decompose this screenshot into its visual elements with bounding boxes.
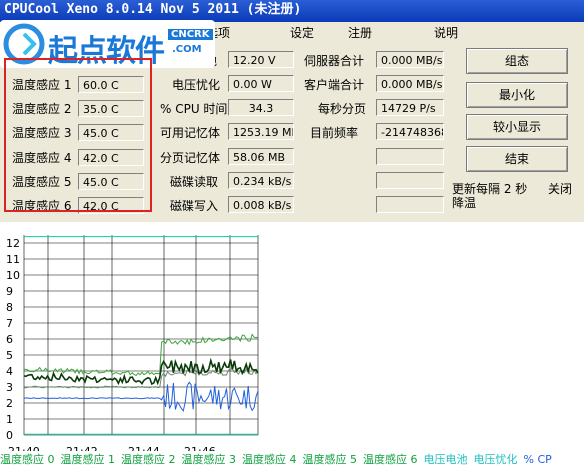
y-tick-label: 3 <box>6 381 13 394</box>
legend-item: 温度感应 0 <box>0 453 55 466</box>
window-title: CPUCool Xeno 8.0.14 Nov 5 2011 (未注册) <box>4 2 302 17</box>
y-tick-label: 11 <box>6 253 20 266</box>
minimize-button[interactable]: 最小化 <box>466 82 568 108</box>
disk-write-label: 磁碟写入 <box>170 199 219 213</box>
series-line-dark <box>23 357 259 386</box>
page-mem-label: 分页记忆体 <box>160 151 221 165</box>
page-mem-value: 58.06 MB <box>228 148 294 165</box>
title-bar: CPUCool Xeno 8.0.14 Nov 5 2011 (未注册) <box>0 0 584 22</box>
graph-svg: 121110987654321021:4021:4221:4421:46 <box>6 235 259 458</box>
y-tick-label: 0 <box>6 429 13 442</box>
y-tick-label: 1 <box>6 413 13 426</box>
server-total-label: 伺服器合计 <box>304 54 365 68</box>
voltage-opt-value: 0.00 W <box>228 75 294 92</box>
pages-per-sec-value: 14729 P/s <box>376 99 444 116</box>
compact-view-button[interactable]: 较小显示 <box>466 114 568 140</box>
y-tick-label: 5 <box>6 349 13 362</box>
battery-value: 12.20 V <box>228 51 294 68</box>
free-mem-label: 可用记忆体 <box>160 126 221 140</box>
client-total-value: 0.000 MB/s <box>376 75 444 92</box>
disk-read-value: 0.234 kB/s <box>228 172 294 189</box>
cpu-time-value: 34.3 <box>228 99 294 116</box>
legend-item: 温度感应 4 <box>242 453 297 466</box>
legend-item: 温度感应 5 <box>302 453 358 466</box>
legend-item: 电压电池 <box>423 453 468 466</box>
legend-item: 电压忧化 <box>473 453 518 466</box>
frequency-label: 目前频率 <box>310 126 359 140</box>
highlight-box <box>4 58 152 212</box>
disk-write-value: 0.008 kB/s <box>228 196 294 213</box>
y-tick-label: 4 <box>6 365 13 378</box>
frequency-value: -214748368.0 <box>376 123 444 140</box>
y-tick-label: 2 <box>6 397 13 410</box>
cpu-time-label: % CPU 时间 <box>160 102 228 116</box>
menu-register[interactable]: 注册 <box>348 24 372 41</box>
legend-item: 温度感应 3 <box>181 453 237 466</box>
empty-field-2 <box>376 172 444 189</box>
cooling-text: 降温 <box>452 196 477 210</box>
y-tick-label: 12 <box>6 237 20 250</box>
disk-read-label: 磁碟读取 <box>170 175 219 189</box>
legend-item: 温度感应 6 <box>363 453 418 466</box>
server-total-value: 0.000 MB/s <box>376 51 444 68</box>
pages-per-sec-label: 每秒分页 <box>318 102 367 116</box>
voltage-opt-label: 电压忧化 <box>172 78 221 92</box>
legend-item: % CP <box>523 453 552 466</box>
legend-item: 温度感应 1 <box>60 453 116 466</box>
graph-legend: 温度感应 0 温度感应 1 温度感应 2 温度感应 3 温度感应 4 温度感应 5 温度感应… <box>0 451 584 467</box>
configure-button[interactable]: 组态 <box>466 48 568 74</box>
y-tick-label: 9 <box>6 285 13 298</box>
menu-settings[interactable]: 设定 <box>290 24 314 41</box>
menu-help[interactable]: 说明 <box>434 24 458 41</box>
history-graph: 121110987654321021:4021:4221:4421:46 <box>0 223 584 458</box>
close-link[interactable]: 关闭 <box>548 180 572 197</box>
exit-button[interactable]: 结束 <box>466 146 568 172</box>
y-tick-label: 8 <box>6 301 13 314</box>
client-total-label: 客户端合计 <box>304 78 365 92</box>
y-tick-label: 6 <box>6 333 13 346</box>
free-mem-value: 1253.19 MB <box>228 123 294 140</box>
legend-item: 温度感应 2 <box>121 453 176 466</box>
y-tick-label: 7 <box>6 317 13 330</box>
empty-field-1 <box>376 148 444 165</box>
y-tick-label: 10 <box>6 269 20 282</box>
empty-field-3 <box>376 196 444 213</box>
logo-sub2: .COM <box>172 44 202 55</box>
logo-sub: CNCRK <box>168 29 213 40</box>
